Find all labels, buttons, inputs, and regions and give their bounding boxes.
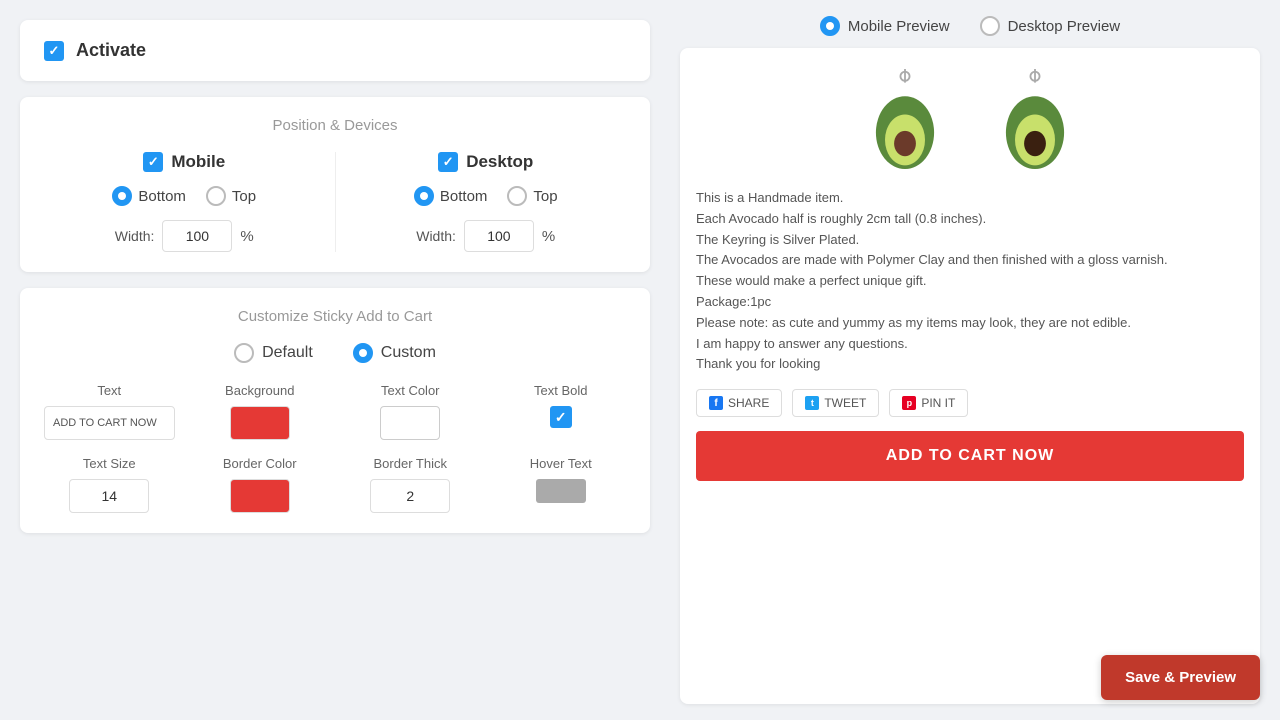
desktop-bottom-radio[interactable]: Bottom [414,186,488,206]
mobile-label: Mobile [171,152,225,172]
background-label: Background [225,383,294,398]
text-color-label: Text Color [381,383,440,398]
save-preview-button[interactable]: Save & Preview [1101,655,1260,700]
mobile-bottom-circle [112,186,132,206]
desktop-label: Desktop [466,152,533,172]
activate-checkbox[interactable] [44,41,64,61]
mobile-top-circle [206,186,226,206]
hover-text-preview[interactable] [536,479,586,503]
border-thick-label: Border Thick [374,456,447,471]
border-color-picker[interactable] [230,479,290,513]
desktop-width-row: Width: % [416,220,555,252]
mobile-width-input[interactable] [162,220,232,252]
custom-option[interactable]: Custom [353,343,436,363]
preview-toggle: Mobile Preview Desktop Preview [680,16,1260,36]
mobile-width-row: Width: % [115,220,254,252]
mobile-checkbox[interactable] [143,152,163,172]
mobile-preview-label: Mobile Preview [848,18,950,35]
customize-title: Customize Sticky Add to Cart [44,308,626,325]
text-color-control: Text Color [345,383,476,440]
mobile-preview-option[interactable]: Mobile Preview [820,16,950,36]
text-color-picker[interactable] [380,406,440,440]
product-description: This is a Handmade item. Each Avocado ha… [696,188,1244,375]
default-radio [234,343,254,363]
border-color-label: Border Color [223,456,297,471]
border-color-control: Border Color [195,456,326,513]
product-preview: This is a Handmade item. Each Avocado ha… [680,48,1260,704]
desktop-preview-radio [980,16,1000,36]
add-to-cart-button[interactable]: ADD TO CART NOW [696,431,1244,481]
custom-label: Custom [381,344,436,362]
desktop-top-radio[interactable]: Top [507,186,557,206]
desktop-width-input[interactable] [464,220,534,252]
text-input[interactable]: ADD TO CART NOW [44,406,175,440]
default-option[interactable]: Default [234,343,313,363]
desktop-preview-label: Desktop Preview [1008,18,1121,35]
mobile-percent: % [240,228,253,245]
share-button[interactable]: f SHARE [696,389,782,417]
mobile-preview-radio [820,16,840,36]
desktop-top-circle [507,186,527,206]
border-thick-control: Border Thick [345,456,476,513]
pin-label: PIN IT [921,396,955,410]
mobile-bottom-radio[interactable]: Bottom [112,186,186,206]
product-image-2 [980,64,1090,174]
hover-text-label: Hover Text [530,456,592,471]
default-label: Default [262,344,313,362]
desktop-percent: % [542,228,555,245]
mobile-column: Mobile Bottom Top Width: % [44,152,325,252]
mobile-top-label: Top [232,188,256,205]
desktop-checkbox[interactable] [438,152,458,172]
controls-grid: Text ADD TO CART NOW Background Text Col… [44,383,626,513]
social-buttons: f SHARE t TWEET p PIN IT [696,389,1244,417]
text-size-label: Text Size [83,456,136,471]
hover-text-control: Hover Text [496,456,627,513]
background-color-picker[interactable] [230,406,290,440]
position-card: Position & Devices Mobile Bottom Top [20,97,650,272]
activate-label: Activate [76,40,146,61]
customize-card: Customize Sticky Add to Cart Default Cus… [20,288,650,533]
text-bold-checkbox[interactable] [550,406,572,428]
left-panel: Activate Position & Devices Mobile Botto… [0,0,670,720]
pin-button[interactable]: p PIN IT [889,389,968,417]
desktop-width-label: Width: [416,228,456,244]
text-control: Text ADD TO CART NOW [44,383,175,440]
text-bold-control: Text Bold [496,383,627,440]
desktop-column: Desktop Bottom Top Width: % [346,152,627,252]
desktop-preview-option[interactable]: Desktop Preview [980,16,1121,36]
tweet-button[interactable]: t TWEET [792,389,879,417]
mobile-position-group: Bottom Top [112,186,256,206]
background-control: Background [195,383,326,440]
text-size-input[interactable] [69,479,149,513]
activate-card: Activate [20,20,650,81]
text-size-control: Text Size [44,456,175,513]
share-label: SHARE [728,396,769,410]
twitter-icon: t [805,396,819,410]
product-image-1 [850,64,960,174]
style-row: Default Custom [44,343,626,363]
custom-radio [353,343,373,363]
pinterest-icon: p [902,396,916,410]
text-control-label: Text [97,383,121,398]
desktop-position-group: Bottom Top [414,186,558,206]
product-images [696,64,1244,174]
desktop-bottom-label: Bottom [440,188,488,205]
text-bold-label: Text Bold [534,383,587,398]
mobile-width-label: Width: [115,228,155,244]
mobile-top-radio[interactable]: Top [206,186,256,206]
tweet-label: TWEET [824,396,866,410]
right-panel: Mobile Preview Desktop Preview [670,0,1280,720]
mobile-bottom-label: Bottom [138,188,186,205]
facebook-icon: f [709,396,723,410]
desktop-bottom-circle [414,186,434,206]
border-thick-input[interactable] [370,479,450,513]
desktop-top-label: Top [533,188,557,205]
position-title: Position & Devices [44,117,626,134]
